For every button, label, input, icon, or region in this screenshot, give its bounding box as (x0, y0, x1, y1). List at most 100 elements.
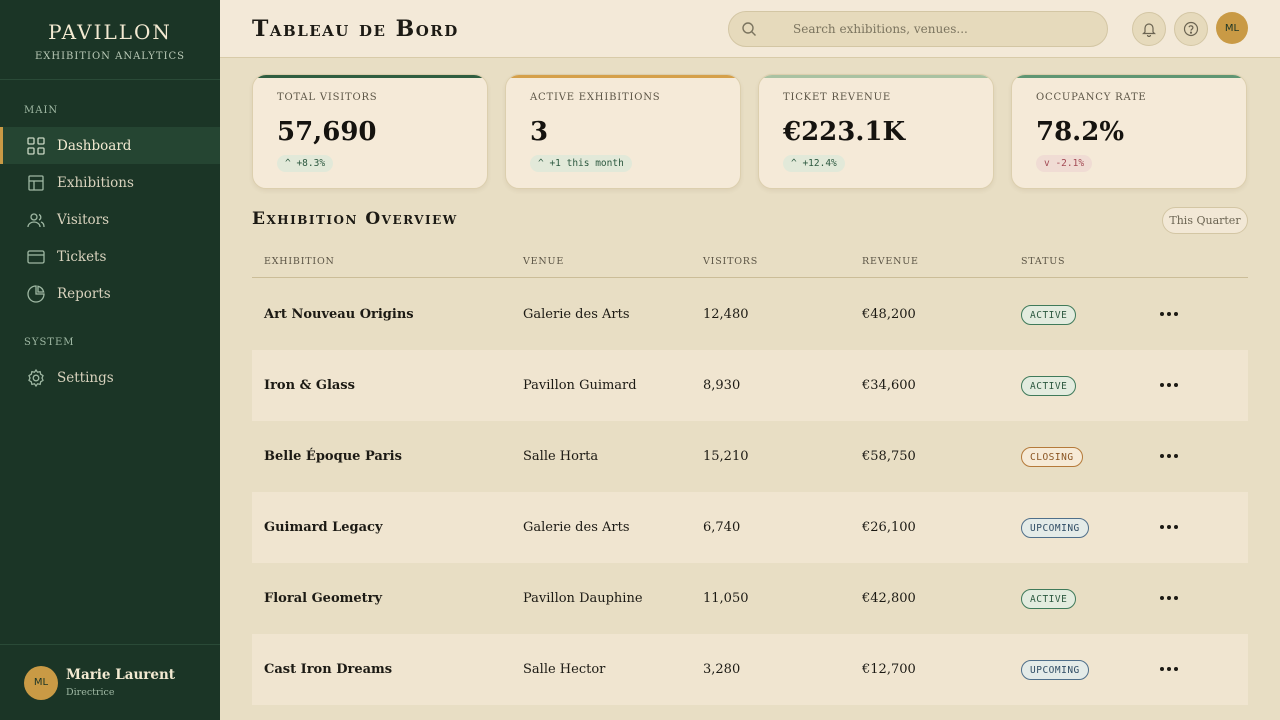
visitor-count: 8,930 (703, 378, 741, 393)
search-input[interactable] (793, 22, 1093, 36)
stat-card-occupancy-rate: OCCUPANCY RATE 78.2% v -2.1% (1011, 74, 1247, 189)
status-badge: UPCOMING (1021, 518, 1089, 538)
status-badge: ACTIVE (1021, 589, 1077, 609)
sidebar-item-label: Dashboard (57, 137, 132, 154)
status-badge: CLOSING (1021, 447, 1083, 467)
user-name: Marie Laurent (66, 667, 176, 683)
stat-change-badge: ^ +12.4% (783, 155, 845, 172)
column-header-visitors[interactable]: VISITORS (703, 256, 758, 267)
dot (1160, 667, 1164, 671)
search-icon (742, 22, 756, 36)
gear-icon (28, 368, 44, 387)
dot (1174, 383, 1178, 387)
venue-name: Salle Hector (523, 662, 606, 677)
exhibition-name: Cast Iron Dreams (264, 662, 393, 677)
table-row[interactable]: Cast Iron Dreams Salle Hector 3,280 €12,700… (252, 634, 1248, 705)
dot (1167, 525, 1171, 529)
user-profile[interactable]: ML Marie Laurent Directrice (0, 644, 220, 720)
pie-chart-icon (27, 284, 45, 303)
exhibition-name: Iron & Glass (264, 378, 355, 393)
table-row[interactable]: Art Nouveau Origins Galerie des Arts 12,48… (252, 279, 1248, 350)
status-badge: ACTIVE (1021, 305, 1077, 325)
revenue-value: €58,750 (862, 449, 916, 464)
column-header-revenue[interactable]: REVENUE (862, 256, 919, 267)
table-row[interactable]: Iron & Glass Pavillon Guimard 8,930 €34,600… (252, 350, 1248, 421)
card-accent-bar (506, 75, 740, 78)
exhibition-name: Belle Époque Paris (264, 449, 402, 464)
revenue-value: €34,600 (862, 378, 916, 393)
more-actions-icon[interactable] (1157, 304, 1181, 324)
venue-name: Galerie des Arts (523, 520, 630, 535)
sidebar-item-dashboard[interactable]: Dashboard (0, 127, 220, 164)
period-filter-button[interactable]: This Quarter (1162, 207, 1248, 234)
stat-change-badge: ^ +1 this month (530, 155, 632, 172)
stat-card-ticket-revenue: TICKET REVENUE €223.1K ^ +12.4% (758, 74, 994, 189)
column-header-status[interactable]: STATUS (1021, 256, 1065, 267)
venue-name: Pavillon Dauphine (523, 591, 643, 606)
top-header: Tableau de Bord ML (220, 0, 1280, 58)
sidebar: PAVILLON EXHIBITION ANALYTICS MAIN Dashb… (0, 0, 220, 720)
column-header-exhibition[interactable]: EXHIBITION (264, 256, 335, 267)
stat-change-badge: ^ +8.3% (277, 155, 334, 172)
sidebar-item-exhibitions[interactable]: Exhibitions (0, 164, 220, 201)
dot (1174, 525, 1178, 529)
sidebar-item-reports[interactable]: Reports (0, 275, 220, 312)
sidebar-item-label: Settings (57, 369, 114, 386)
table-row[interactable]: Belle Époque Paris Salle Horta 15,210 €58,7… (252, 421, 1248, 492)
exhibition-name: Guimard Legacy (264, 520, 383, 535)
venue-name: Salle Horta (523, 449, 599, 464)
users-icon (27, 212, 45, 227)
dot (1160, 596, 1164, 600)
dot (1167, 454, 1171, 458)
more-actions-icon[interactable] (1157, 375, 1181, 395)
grid-icon (27, 136, 45, 155)
help-button[interactable] (1174, 12, 1208, 46)
brand-subtitle: EXHIBITION ANALYTICS (34, 51, 186, 62)
header-avatar[interactable]: ML (1216, 12, 1248, 44)
dot (1174, 312, 1178, 316)
notifications-button[interactable] (1132, 12, 1166, 46)
layout-icon (28, 174, 44, 191)
more-actions-icon[interactable] (1157, 659, 1181, 679)
dot (1174, 667, 1178, 671)
stat-label: TOTAL VISITORS (277, 92, 378, 103)
more-actions-icon[interactable] (1157, 446, 1181, 466)
bell-icon (1142, 23, 1156, 37)
dot (1174, 454, 1178, 458)
sidebar-item-tickets[interactable]: Tickets (0, 238, 220, 275)
revenue-value: €12,700 (862, 662, 916, 677)
dot (1160, 525, 1164, 529)
table-row[interactable]: Floral Geometry Pavillon Dauphine 11,050 €4… (252, 563, 1248, 634)
table-row[interactable]: Guimard Legacy Galerie des Arts 6,740 €26,1… (252, 492, 1248, 563)
stat-label: OCCUPANCY RATE (1036, 92, 1147, 103)
brand-title: PAVILLON (48, 20, 172, 44)
status-badge: UPCOMING (1021, 660, 1089, 680)
dot (1167, 596, 1171, 600)
dot (1160, 454, 1164, 458)
dot (1167, 383, 1171, 387)
stat-value: 3 (530, 117, 549, 147)
visitor-count: 15,210 (703, 449, 749, 464)
dot (1160, 312, 1164, 316)
exhibition-name: Floral Geometry (264, 591, 383, 606)
stat-card-active-exhibitions: ACTIVE EXHIBITIONS 3 ^ +1 this month (505, 74, 741, 189)
more-actions-icon[interactable] (1157, 517, 1181, 537)
column-header-venue[interactable]: VENUE (523, 256, 564, 267)
venue-name: Pavillon Guimard (523, 378, 637, 393)
status-badge: ACTIVE (1021, 376, 1077, 396)
dot (1160, 383, 1164, 387)
sidebar-item-label: Tickets (57, 248, 107, 265)
revenue-value: €48,200 (862, 307, 916, 322)
avatar: ML (24, 665, 58, 700)
more-actions-icon[interactable] (1157, 588, 1181, 608)
sidebar-item-visitors[interactable]: Visitors (0, 201, 220, 238)
help-circle-icon (1183, 21, 1199, 37)
dot (1167, 667, 1171, 671)
sidebar-item-settings[interactable]: Settings (0, 359, 220, 396)
user-role: Directrice (66, 687, 115, 698)
stat-card-total-visitors: TOTAL VISITORS 57,690 ^ +8.3% (252, 74, 488, 189)
stat-value: 57,690 (277, 117, 377, 147)
search-bar[interactable] (728, 11, 1108, 47)
section-label-main: MAIN (24, 105, 59, 116)
stat-label: TICKET REVENUE (783, 92, 891, 103)
